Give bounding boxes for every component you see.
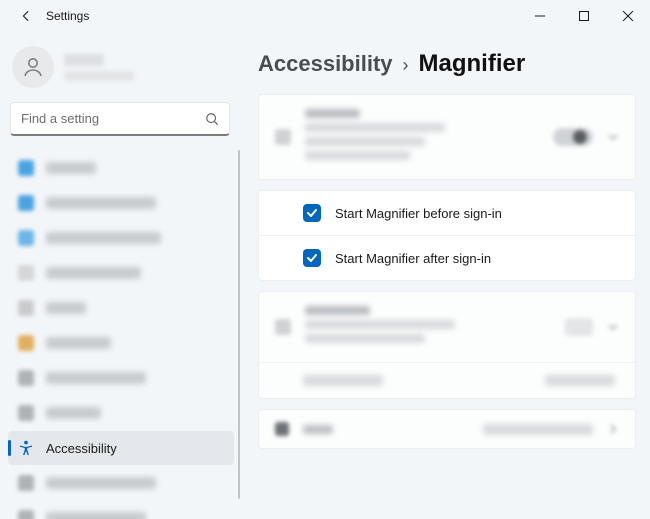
account-header[interactable] xyxy=(0,38,240,102)
avatar xyxy=(12,46,54,88)
setting-icon xyxy=(275,422,289,436)
option-after-signin[interactable]: Start Magnifier after sign-in xyxy=(259,235,635,280)
nav-scrollbar[interactable] xyxy=(238,150,240,499)
value-badge xyxy=(565,318,593,336)
search-icon xyxy=(205,112,219,126)
person-icon xyxy=(21,55,45,79)
arrow-left-icon xyxy=(19,9,33,23)
setting-icon xyxy=(275,129,291,145)
setting-sub-row[interactable] xyxy=(259,362,635,398)
setting-icon xyxy=(275,319,291,335)
nav-item[interactable] xyxy=(8,466,234,500)
check-icon xyxy=(306,252,318,264)
maximize-button[interactable] xyxy=(562,0,606,32)
nav-item-accessibility[interactable]: Accessibility xyxy=(8,431,234,465)
page-title: Magnifier xyxy=(419,50,526,78)
setting-card[interactable] xyxy=(258,94,636,180)
back-button[interactable] xyxy=(12,2,40,30)
nav-list: Accessibility xyxy=(0,150,240,519)
nav-item-label: Accessibility xyxy=(46,441,117,456)
option-before-signin[interactable]: Start Magnifier before sign-in xyxy=(259,191,635,235)
setting-text xyxy=(305,109,539,165)
setting-card[interactable] xyxy=(258,291,636,399)
toggle-switch[interactable] xyxy=(553,128,593,146)
search-input[interactable] xyxy=(21,111,205,126)
nav-item[interactable] xyxy=(8,256,234,290)
minimize-icon xyxy=(535,11,545,21)
value-text xyxy=(483,424,593,435)
nav-item[interactable] xyxy=(8,396,234,430)
checkbox-label: Start Magnifier after sign-in xyxy=(335,251,491,266)
accessibility-icon xyxy=(18,440,34,456)
nav-item[interactable] xyxy=(8,151,234,185)
chevron-right-icon: › xyxy=(403,55,409,76)
chevron-down-icon xyxy=(607,321,619,333)
checkbox-before-signin[interactable] xyxy=(303,204,321,222)
nav-item[interactable] xyxy=(8,326,234,360)
close-button[interactable] xyxy=(606,0,650,32)
breadcrumb: Accessibility › Magnifier xyxy=(258,50,636,78)
window-controls xyxy=(518,0,650,32)
setting-text xyxy=(305,306,551,348)
minimize-button[interactable] xyxy=(518,0,562,32)
chevron-down-icon xyxy=(607,131,619,143)
content-area: Accessibility › Magnifier xyxy=(240,32,650,519)
nav-item[interactable] xyxy=(8,501,234,519)
nav-item[interactable] xyxy=(8,361,234,395)
sidebar: Accessibility xyxy=(0,32,240,519)
search-box[interactable] xyxy=(10,102,230,136)
check-icon xyxy=(306,207,318,219)
account-text xyxy=(64,54,134,81)
signin-options-card: Start Magnifier before sign-in Start Mag… xyxy=(258,190,636,281)
breadcrumb-parent[interactable]: Accessibility xyxy=(258,51,393,77)
maximize-icon xyxy=(579,11,589,21)
nav-item[interactable] xyxy=(8,221,234,255)
checkbox-after-signin[interactable] xyxy=(303,249,321,267)
nav-item[interactable] xyxy=(8,291,234,325)
setting-card[interactable] xyxy=(258,409,636,449)
chevron-right-icon xyxy=(607,423,619,435)
nav-item[interactable] xyxy=(8,186,234,220)
body: Accessibility Accessibility › Magnifier xyxy=(0,32,650,519)
checkbox-label: Start Magnifier before sign-in xyxy=(335,206,502,221)
titlebar: Settings xyxy=(0,0,650,32)
setting-text xyxy=(303,425,469,434)
settings-window: Settings xyxy=(0,0,650,519)
window-title: Settings xyxy=(46,9,89,23)
settings-cards: Start Magnifier before sign-in Start Mag… xyxy=(258,94,636,519)
close-icon xyxy=(623,11,633,21)
